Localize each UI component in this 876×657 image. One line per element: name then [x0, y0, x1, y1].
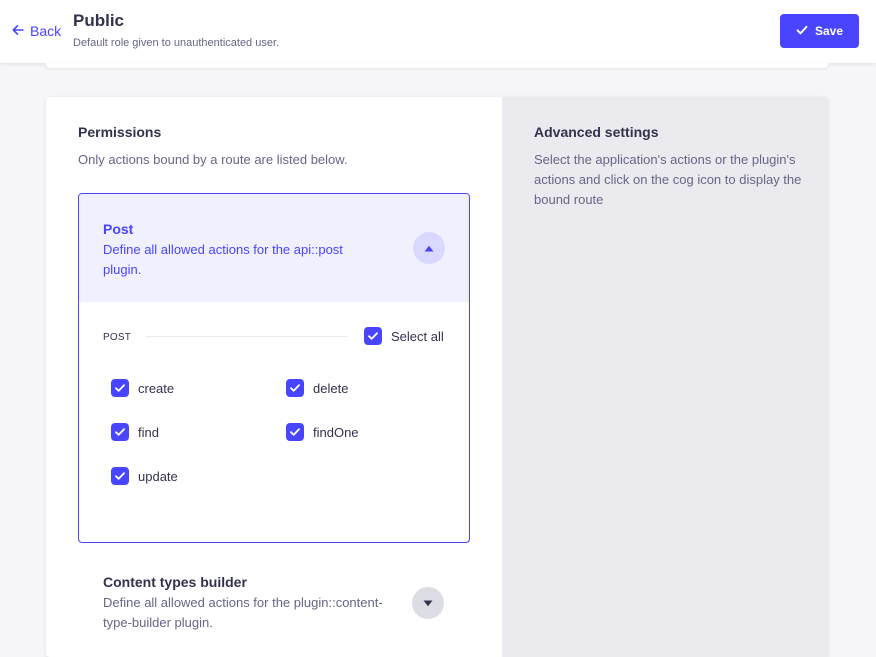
accordion-content-types-title[interactable]: Content types builder: [103, 574, 247, 590]
action-checkbox-findone[interactable]: findOne: [286, 423, 359, 441]
advanced-settings-description: Select the application's actions or the …: [534, 152, 802, 207]
action-label: findOne: [313, 424, 359, 440]
permissions-card: Permissions Only actions bound by a rout…: [46, 97, 828, 657]
page-title: Public: [73, 11, 125, 30]
checkmark-icon: [286, 423, 304, 441]
action-label: find: [138, 424, 159, 440]
role-details-card-edge: [46, 63, 828, 68]
page-header: Back Public Default role given to unauth…: [0, 0, 876, 63]
checkmark-icon: [111, 423, 129, 441]
action-checkbox-update[interactable]: update: [111, 467, 178, 485]
arrow-left-icon: [12, 23, 24, 39]
check-icon: [796, 24, 808, 39]
action-checkbox-find[interactable]: find: [111, 423, 159, 441]
select-all-label: Select all: [391, 328, 444, 344]
action-label: create: [138, 380, 175, 396]
action-group-label: POST: [103, 332, 132, 343]
select-all-checkbox[interactable]: Select all: [364, 327, 444, 345]
accordion-post-description: Define all allowed actions for the api::…: [103, 242, 343, 277]
save-button[interactable]: Save: [780, 14, 859, 48]
accordion-post-header[interactable]: Post Define all allowed actions for the …: [79, 194, 469, 302]
back-label: Back: [30, 23, 62, 39]
advanced-settings-panel: Advanced settings Select the application…: [502, 97, 828, 657]
chevron-up-icon: [424, 239, 434, 257]
save-label: Save: [814, 24, 844, 38]
accordion-post: Post Define all allowed actions for the …: [78, 193, 470, 543]
checkmark-icon: [286, 379, 304, 397]
checkmark-icon: [364, 327, 382, 345]
collapse-post-button[interactable]: [413, 232, 445, 264]
accordion-content-types-description: Define all allowed actions for the plugi…: [103, 595, 383, 630]
advanced-settings-title: Advanced settings: [534, 124, 659, 140]
action-label: update: [138, 468, 178, 484]
permissions-description: Only actions bound by a route are listed…: [78, 152, 348, 167]
page-subtitle: Default role given to unauthenticated us…: [73, 37, 280, 49]
group-divider: [146, 336, 348, 337]
checkmark-icon: [111, 467, 129, 485]
back-link[interactable]: Back: [12, 23, 61, 39]
action-checkbox-delete[interactable]: delete: [286, 379, 348, 397]
action-label: delete: [313, 380, 349, 396]
expand-content-types-button[interactable]: [412, 587, 444, 619]
accordion-post-title: Post: [103, 221, 134, 237]
permissions-title: Permissions: [78, 124, 162, 140]
chevron-down-icon: [423, 594, 433, 612]
checkmark-icon: [111, 379, 129, 397]
action-checkbox-create[interactable]: create: [111, 379, 174, 397]
